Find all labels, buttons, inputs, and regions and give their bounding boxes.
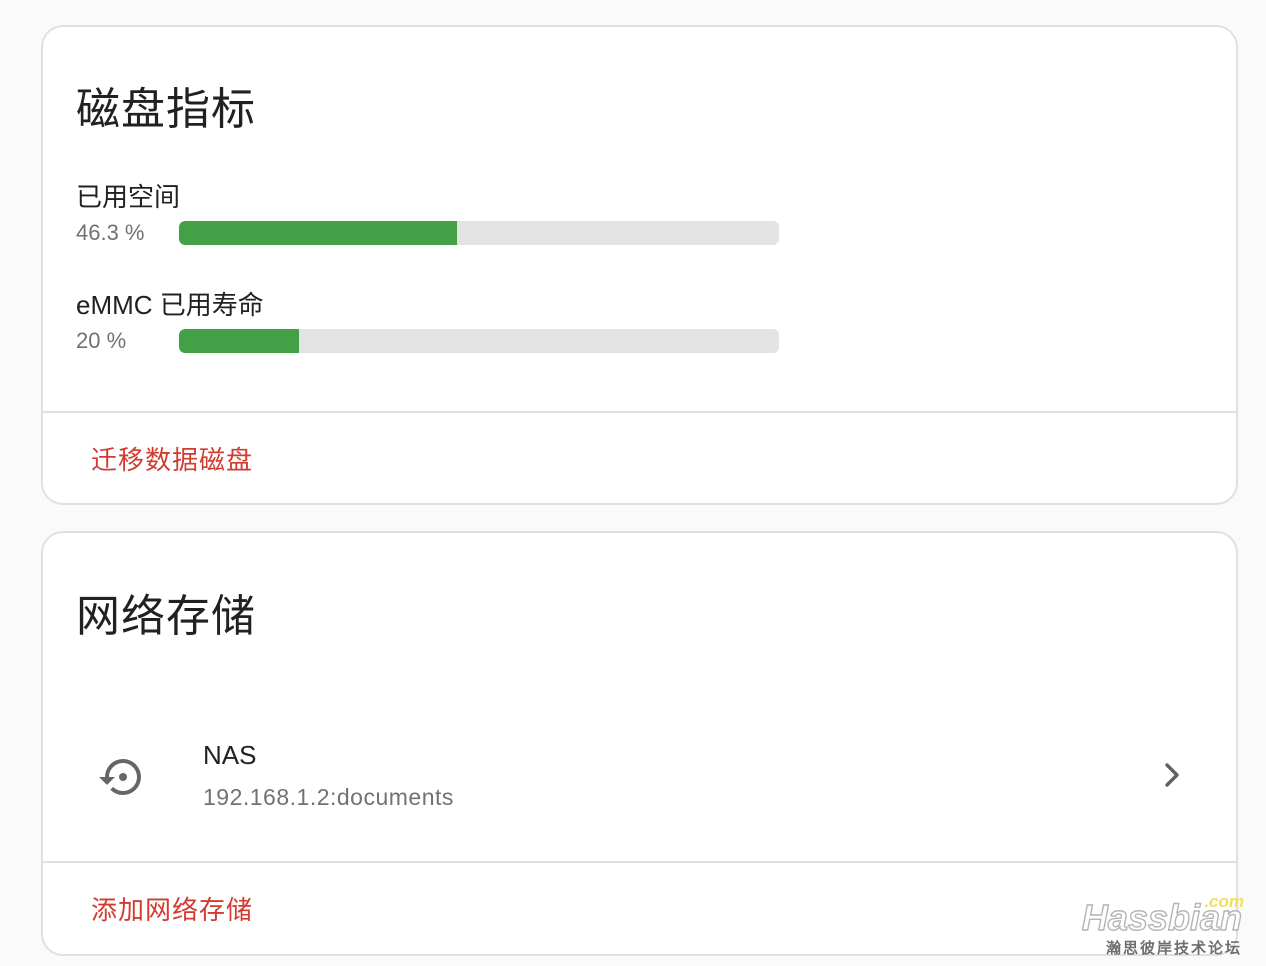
metric-value: 20 % bbox=[76, 328, 127, 353]
progress-bar-track bbox=[179, 329, 779, 353]
network-storage-item-nas[interactable]: NAS 192.168.1.2:documents bbox=[43, 708, 1236, 838]
metric-used-space: 已用空间 46.3 % bbox=[76, 182, 796, 248]
disk-metrics-card: 磁盘指标 已用空间 46.3 % eMMC 已用寿命 20 % 迁移数据磁盘 bbox=[41, 25, 1238, 505]
progress-bar-track bbox=[179, 221, 779, 245]
add-network-storage-button[interactable]: 添加网络存储 bbox=[91, 895, 253, 925]
progress-bar-fill bbox=[179, 221, 457, 245]
network-storage-card: 网络存储 NAS 192.168.1.2:documents 添加网络存储 bbox=[41, 531, 1238, 956]
storage-name: NAS bbox=[203, 740, 257, 770]
metric-label: 已用空间 bbox=[76, 182, 181, 212]
card-divider bbox=[43, 861, 1236, 863]
watermark-brand: Hassbian bbox=[1081, 896, 1242, 938]
disk-metrics-title: 磁盘指标 bbox=[76, 85, 256, 134]
hassbian-watermark-logo: .com Hassbian 瀚思彼岸技术论坛 bbox=[1081, 892, 1244, 958]
metric-emmc-life: eMMC 已用寿命 20 % bbox=[76, 290, 796, 356]
network-storage-title: 网络存储 bbox=[76, 592, 256, 641]
metric-label: eMMC 已用寿命 bbox=[76, 290, 264, 320]
watermark-tagline: 瀚思彼岸技术论坛 bbox=[1105, 940, 1242, 957]
restore-icon bbox=[97, 753, 145, 801]
metric-value: 46.3 % bbox=[76, 220, 145, 245]
card-divider bbox=[43, 411, 1236, 413]
storage-address: 192.168.1.2:documents bbox=[203, 784, 454, 810]
progress-bar-fill bbox=[179, 329, 299, 353]
move-data-disk-button[interactable]: 迁移数据磁盘 bbox=[91, 445, 253, 475]
chevron-right-icon bbox=[1160, 760, 1186, 790]
